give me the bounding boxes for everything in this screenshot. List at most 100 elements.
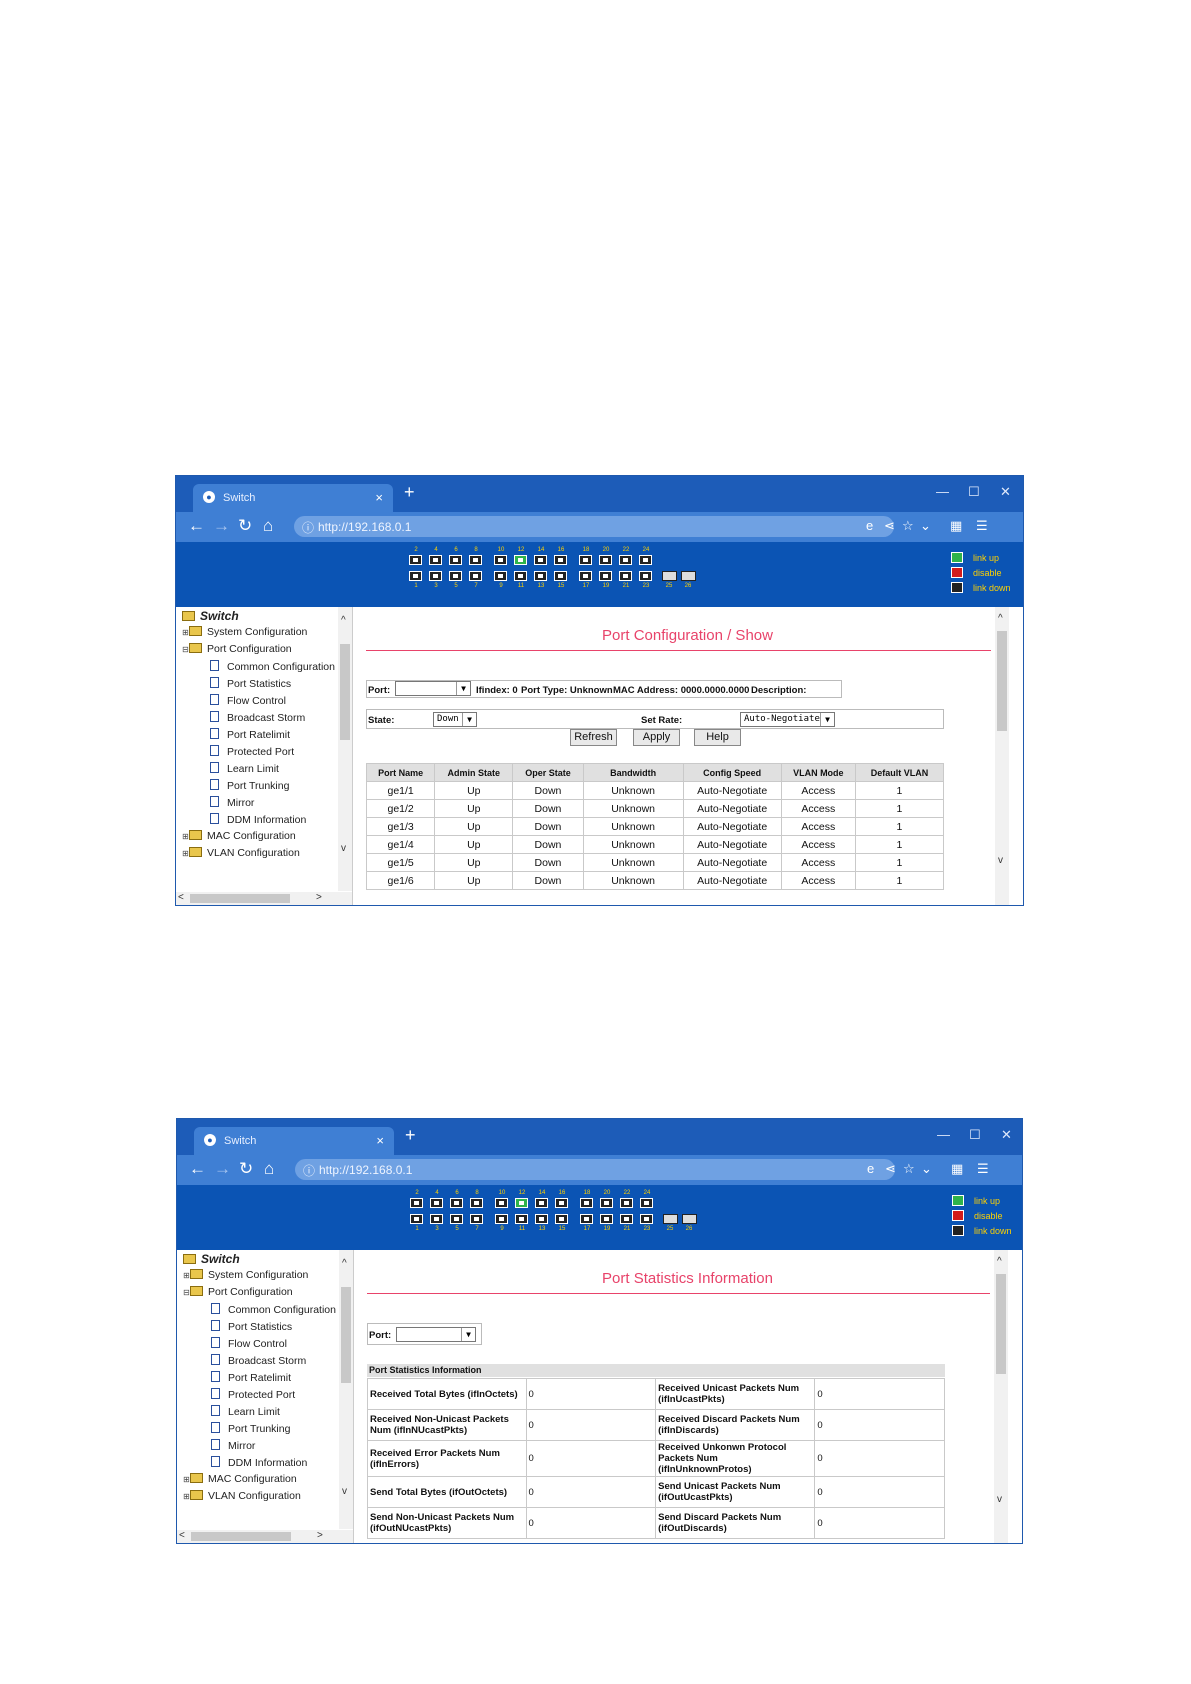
reload-icon[interactable]: ↻ — [239, 1159, 253, 1179]
set-rate-select[interactable]: Auto-Negotiate ▼ — [740, 712, 835, 727]
ie-mode-icon[interactable]: e — [866, 518, 873, 533]
port-icon[interactable] — [495, 1198, 508, 1208]
back-icon[interactable]: ← — [189, 1159, 206, 1179]
port-icon[interactable] — [580, 1198, 593, 1208]
table-row[interactable]: ge1/5 Up Down Unknown Auto-Negotiate Access 1 — [366, 853, 945, 872]
port-icon[interactable] — [449, 555, 462, 565]
table-row[interactable]: ge1/6 Up Down Unknown Auto-Negotiate Access 1 — [366, 871, 945, 890]
tree-item[interactable]: Common Configuration — [210, 660, 335, 673]
port-icon[interactable] — [640, 1198, 653, 1208]
close-tab-icon[interactable]: × — [375, 490, 383, 505]
tree-item[interactable]: Port Statistics — [210, 677, 291, 690]
sfp-port-icon[interactable] — [662, 571, 677, 581]
expand-icon[interactable]: ⊞ — [183, 1492, 190, 1501]
reload-icon[interactable]: ↻ — [238, 516, 252, 536]
tree-root-switch[interactable]: Switch — [182, 609, 239, 623]
maximize-icon[interactable]: ☐ — [969, 1127, 981, 1143]
port-icon[interactable] — [409, 555, 422, 565]
port-icon[interactable] — [495, 1214, 508, 1224]
main-vertical-scrollbar[interactable]: ^ v — [994, 1250, 1008, 1543]
apps-icon[interactable]: ▦ — [951, 1161, 963, 1177]
home-icon[interactable]: ⌂ — [264, 1159, 274, 1179]
table-row[interactable]: ge1/4 Up Down Unknown Auto-Negotiate Access 1 — [366, 835, 945, 854]
new-tab-icon[interactable]: + — [404, 482, 415, 503]
port-icon[interactable] — [514, 555, 527, 565]
forward-icon[interactable]: → — [214, 1159, 231, 1179]
home-icon[interactable]: ⌂ — [263, 516, 273, 536]
port-icon[interactable] — [449, 571, 462, 581]
port-icon[interactable] — [599, 571, 612, 581]
port-icon[interactable] — [619, 571, 632, 581]
tree-item[interactable]: Mirror — [211, 1439, 255, 1452]
collapse-icon[interactable]: ⊟ — [182, 645, 189, 654]
share-icon[interactable]: ⋖ — [885, 1161, 896, 1177]
table-row[interactable]: ge1/1 Up Down Unknown Auto-Negotiate Access 1 — [366, 781, 945, 800]
tree-folder[interactable]: ⊞ MAC Configuration — [183, 1473, 297, 1485]
port-icon[interactable] — [410, 1214, 423, 1224]
forward-icon[interactable]: → — [213, 516, 230, 536]
port-icon[interactable] — [554, 571, 567, 581]
tree-item[interactable]: DDM Information — [211, 1456, 307, 1469]
tree-item[interactable]: Broadcast Storm — [210, 711, 305, 724]
back-icon[interactable]: ← — [188, 516, 205, 536]
close-tab-icon[interactable]: × — [376, 1133, 384, 1148]
port-icon[interactable] — [494, 571, 507, 581]
close-window-icon[interactable]: ✕ — [1000, 484, 1011, 500]
state-select[interactable]: Down ▼ — [433, 712, 477, 727]
port-icon[interactable] — [580, 1214, 593, 1224]
port-icon[interactable] — [534, 571, 547, 581]
port-icon[interactable] — [534, 555, 547, 565]
port-select[interactable]: ▼ — [395, 681, 471, 696]
star-icon[interactable]: ☆ — [903, 1161, 915, 1177]
table-row[interactable]: ge1/2 Up Down Unknown Auto-Negotiate Access 1 — [366, 799, 945, 818]
refresh-button[interactable]: Refresh — [570, 729, 617, 746]
tree-item[interactable]: Flow Control — [211, 1337, 287, 1350]
port-icon[interactable] — [450, 1214, 463, 1224]
tree-item[interactable]: Port Ratelimit — [210, 728, 290, 741]
tree-item[interactable]: Flow Control — [210, 694, 286, 707]
table-row[interactable]: ge1/3 Up Down Unknown Auto-Negotiate Access 1 — [366, 817, 945, 836]
minimize-icon[interactable]: — — [937, 1127, 950, 1142]
port-icon[interactable] — [579, 571, 592, 581]
port-icon[interactable] — [429, 571, 442, 581]
help-button[interactable]: Help — [694, 729, 741, 746]
tree-item[interactable]: Port Trunking — [210, 779, 289, 792]
port-icon[interactable] — [535, 1198, 548, 1208]
chevron-down-icon[interactable]: ⌄ — [921, 1161, 932, 1177]
tree-item[interactable]: Port Ratelimit — [211, 1371, 291, 1384]
tree-item[interactable]: Learn Limit — [211, 1405, 280, 1418]
tree-item[interactable]: Learn Limit — [210, 762, 279, 775]
port-icon[interactable] — [554, 555, 567, 565]
port-icon[interactable] — [514, 571, 527, 581]
port-icon[interactable] — [470, 1198, 483, 1208]
port-icon[interactable] — [555, 1214, 568, 1224]
port-icon[interactable] — [515, 1198, 528, 1208]
share-icon[interactable]: ⋖ — [884, 518, 895, 534]
tree-horizontal-scrollbar[interactable]: < > — [177, 1530, 353, 1543]
tree-vertical-scrollbar[interactable]: ^ v — [339, 1250, 353, 1529]
port-icon[interactable] — [555, 1198, 568, 1208]
sfp-port-icon[interactable] — [681, 571, 696, 581]
expand-icon[interactable]: ⊞ — [182, 832, 189, 841]
tree-item[interactable]: Protected Port — [211, 1388, 295, 1401]
port-icon[interactable] — [620, 1214, 633, 1224]
maximize-icon[interactable]: ☐ — [968, 484, 980, 500]
tree-folder[interactable]: ⊞ System Configuration — [183, 1269, 308, 1281]
tree-item[interactable]: DDM Information — [210, 813, 306, 826]
port-icon[interactable] — [535, 1214, 548, 1224]
minimize-icon[interactable]: — — [936, 484, 949, 499]
sfp-port-icon[interactable] — [663, 1214, 678, 1224]
tree-folder[interactable]: ⊞ VLAN Configuration — [183, 1490, 301, 1502]
port-icon[interactable] — [640, 1214, 653, 1224]
tree-folder[interactable]: ⊞ VLAN Configuration — [182, 847, 300, 859]
browser-tab[interactable]: ● Switch × — [194, 1127, 394, 1155]
port-icon[interactable] — [470, 1214, 483, 1224]
port-icon[interactable] — [450, 1198, 463, 1208]
port-icon[interactable] — [469, 571, 482, 581]
port-icon[interactable] — [430, 1214, 443, 1224]
tree-vertical-scrollbar[interactable]: ^ v — [338, 607, 352, 891]
tree-item[interactable]: Common Configuration — [211, 1303, 336, 1316]
expand-icon[interactable]: ⊞ — [182, 628, 189, 637]
menu-icon[interactable]: ☰ — [976, 518, 988, 534]
port-icon[interactable] — [494, 555, 507, 565]
